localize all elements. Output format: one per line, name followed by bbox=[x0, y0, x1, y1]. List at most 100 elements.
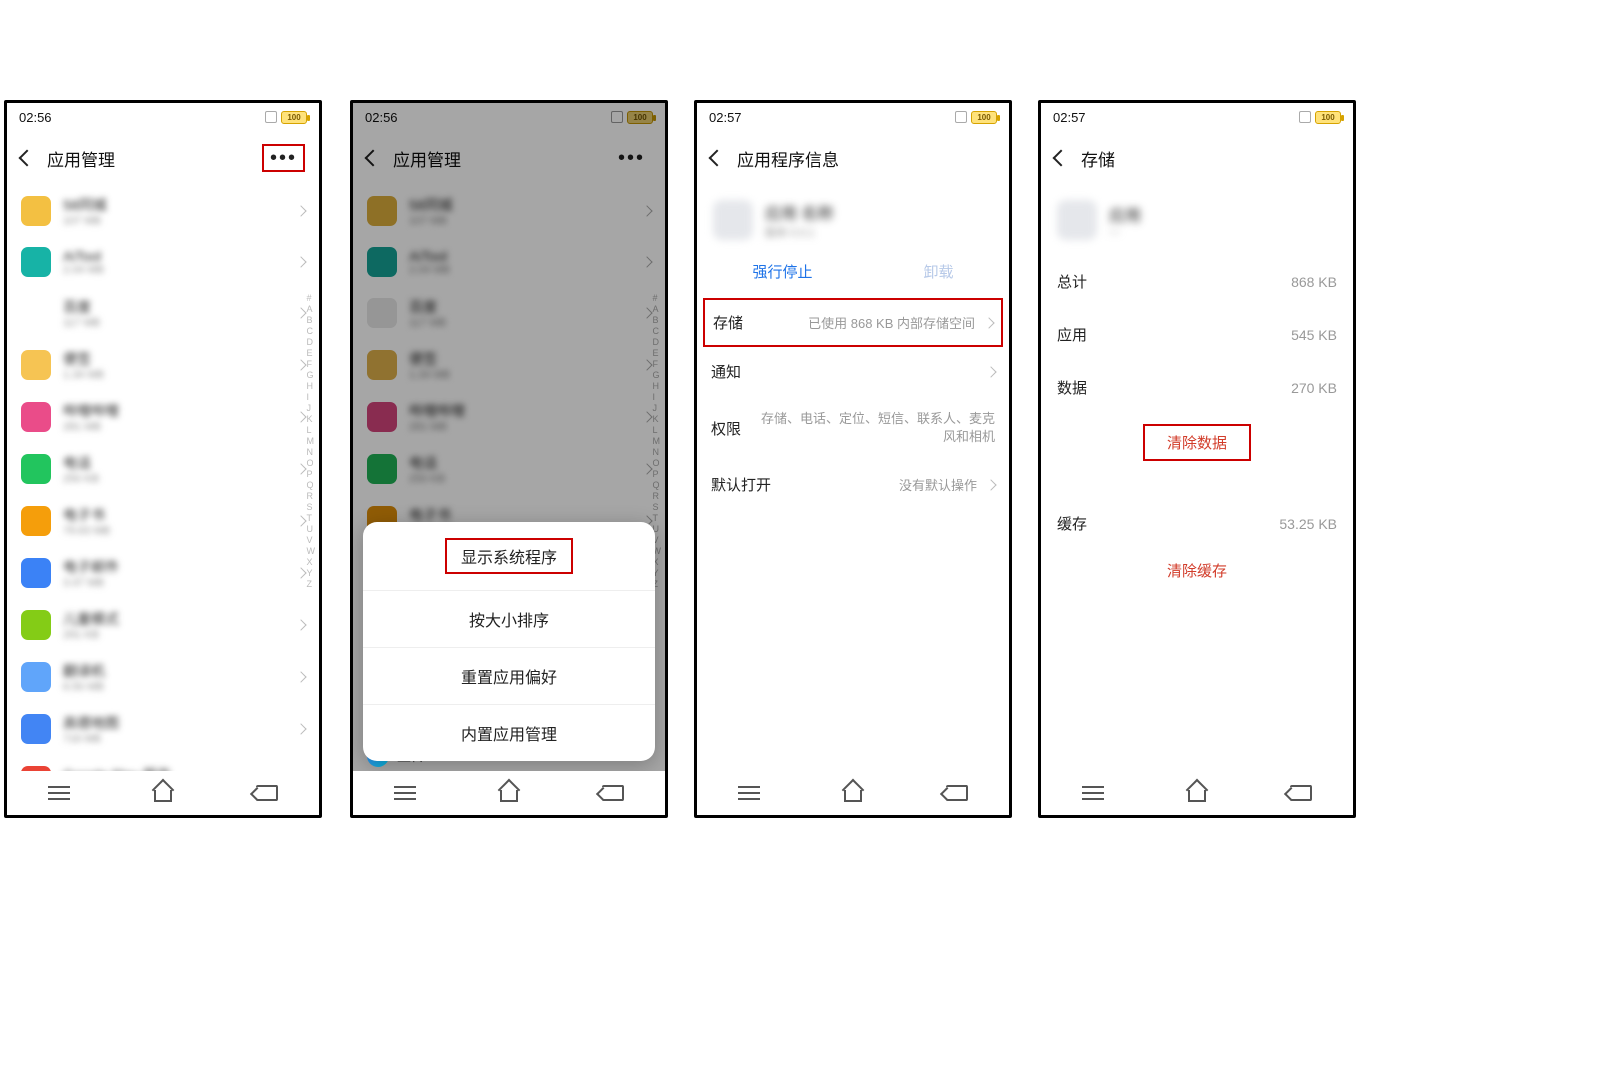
alpha-index-letter[interactable]: K bbox=[307, 414, 316, 424]
more-menu-button[interactable]: ••• bbox=[612, 146, 651, 170]
back-nav-icon[interactable] bbox=[1290, 785, 1312, 801]
alpha-index-letter[interactable]: L bbox=[307, 425, 316, 435]
alpha-index[interactable]: #ABCDEFGHIJKLMNOPQRSTUVWXYZ bbox=[307, 293, 316, 589]
app-row[interactable]: 高德地图716 MB bbox=[7, 703, 319, 755]
menu-show-system-apps[interactable]: 显示系统程序 bbox=[363, 522, 655, 591]
alpha-index-letter[interactable]: B bbox=[307, 315, 316, 325]
home-icon[interactable] bbox=[1186, 784, 1208, 802]
alpha-index-letter[interactable]: K bbox=[653, 414, 662, 424]
alpha-index-letter[interactable]: I bbox=[653, 392, 662, 402]
alpha-index-letter[interactable]: D bbox=[307, 337, 316, 347]
alpha-index-letter[interactable]: C bbox=[653, 326, 662, 336]
app-row[interactable]: 哔哩哔哩281 MB bbox=[353, 391, 665, 443]
clear-data-button[interactable]: 清除数据 bbox=[1041, 414, 1353, 471]
alpha-index-letter[interactable]: G bbox=[307, 370, 316, 380]
app-name: 哔哩哔哩 bbox=[63, 401, 285, 421]
back-icon[interactable] bbox=[1053, 150, 1070, 167]
alpha-index-letter[interactable]: Y bbox=[307, 568, 316, 578]
alpha-index-letter[interactable]: P bbox=[307, 469, 316, 479]
app-row[interactable]: 便签1.34 MB bbox=[7, 339, 319, 391]
app-row[interactable]: 电子书79.63 MB bbox=[7, 495, 319, 547]
alpha-index-letter[interactable]: # bbox=[653, 293, 662, 303]
app-row[interactable]: 58同城107 MB bbox=[353, 185, 665, 237]
default-open-row[interactable]: 默认打开 没有默认操作 bbox=[697, 460, 1009, 509]
alpha-index-letter[interactable]: G bbox=[653, 370, 662, 380]
alpha-index-letter[interactable]: N bbox=[307, 447, 316, 457]
uninstall-button[interactable]: 卸载 bbox=[923, 261, 953, 282]
app-row[interactable]: 58同城107 MB bbox=[7, 185, 319, 237]
app-row[interactable]: 电子邮件3.47 MB bbox=[7, 547, 319, 599]
app-row[interactable]: 电话250 KB bbox=[353, 443, 665, 495]
alpha-index-letter[interactable]: W bbox=[307, 546, 316, 556]
alpha-index-letter[interactable]: P bbox=[653, 469, 662, 479]
alpha-index-letter[interactable]: L bbox=[653, 425, 662, 435]
menu-reset-preferences[interactable]: 重置应用偏好 bbox=[363, 648, 655, 705]
alpha-index-letter[interactable]: N bbox=[653, 447, 662, 457]
back-nav-icon[interactable] bbox=[602, 785, 624, 801]
alpha-index-letter[interactable]: Q bbox=[653, 480, 662, 490]
system-nav-bar bbox=[1041, 771, 1353, 815]
alpha-index-letter[interactable]: T bbox=[307, 513, 316, 523]
alpha-index-letter[interactable]: F bbox=[653, 359, 662, 369]
menu-sort-by-size[interactable]: 按大小排序 bbox=[363, 591, 655, 648]
permissions-row[interactable]: 权限 存储、电话、定位、短信、联系人、麦克风和相机 bbox=[697, 396, 1009, 460]
back-icon[interactable] bbox=[19, 150, 36, 167]
alpha-index-letter[interactable]: M bbox=[653, 436, 662, 446]
back-icon[interactable] bbox=[709, 150, 726, 167]
app-row[interactable]: 便签1.34 MB bbox=[353, 339, 665, 391]
alpha-index-letter[interactable]: O bbox=[653, 458, 662, 468]
chevron-right-icon bbox=[295, 515, 306, 526]
alpha-index-letter[interactable]: B bbox=[653, 315, 662, 325]
alpha-index-letter[interactable]: M bbox=[307, 436, 316, 446]
back-icon[interactable] bbox=[365, 150, 382, 167]
alpha-index-letter[interactable]: R bbox=[653, 491, 662, 501]
alpha-index-letter[interactable]: V bbox=[307, 535, 316, 545]
app-row[interactable]: 翻译机6.50 MB bbox=[7, 651, 319, 703]
alpha-index-letter[interactable]: S bbox=[307, 502, 316, 512]
alpha-index-letter[interactable]: E bbox=[653, 348, 662, 358]
app-row[interactable]: 百度117 MB bbox=[7, 287, 319, 339]
app-row[interactable]: 儿童模式291 KB bbox=[7, 599, 319, 651]
more-menu-button[interactable]: ••• bbox=[262, 144, 305, 172]
notification-row[interactable]: 通知 bbox=[697, 347, 1009, 396]
app-row[interactable]: AiTool2.04 MB bbox=[353, 237, 665, 287]
alpha-index-letter[interactable]: D bbox=[653, 337, 662, 347]
menu-builtin-app-mgmt[interactable]: 内置应用管理 bbox=[363, 705, 655, 761]
back-nav-icon[interactable] bbox=[256, 785, 278, 801]
alpha-index-letter[interactable]: A bbox=[307, 304, 316, 314]
clear-cache-button[interactable]: 清除缓存 bbox=[1041, 550, 1353, 591]
app-row[interactable]: 百度117 MB bbox=[353, 287, 665, 339]
home-icon[interactable] bbox=[842, 784, 864, 802]
alpha-index-letter[interactable]: J bbox=[307, 403, 316, 413]
alpha-index-letter[interactable]: C bbox=[307, 326, 316, 336]
alpha-index-letter[interactable]: O bbox=[307, 458, 316, 468]
home-icon[interactable] bbox=[498, 784, 520, 802]
app-row[interactable]: AiTool2.04 MB bbox=[7, 237, 319, 287]
alpha-index-letter[interactable]: S bbox=[653, 502, 662, 512]
storage-row[interactable]: 存储 已使用 868 KB 内部存储空间 bbox=[703, 298, 1003, 347]
force-stop-button[interactable]: 强行停止 bbox=[752, 261, 812, 282]
alpha-index-letter[interactable]: A bbox=[653, 304, 662, 314]
app-row[interactable]: 电话250 KB bbox=[7, 443, 319, 495]
alpha-index-letter[interactable]: J bbox=[653, 403, 662, 413]
alpha-index-letter[interactable]: F bbox=[307, 359, 316, 369]
recent-apps-icon[interactable] bbox=[394, 785, 416, 801]
alpha-index-letter[interactable]: R bbox=[307, 491, 316, 501]
recent-apps-icon[interactable] bbox=[738, 785, 760, 801]
alpha-index-letter[interactable]: H bbox=[307, 381, 316, 391]
recent-apps-icon[interactable] bbox=[48, 785, 70, 801]
alpha-index-letter[interactable]: # bbox=[307, 293, 316, 303]
alpha-index-letter[interactable]: Q bbox=[307, 480, 316, 490]
alpha-index-letter[interactable]: E bbox=[307, 348, 316, 358]
alpha-index-letter[interactable]: Z bbox=[307, 579, 316, 589]
app-row[interactable]: 哔哩哔哩281 MB bbox=[7, 391, 319, 443]
alpha-index-letter[interactable]: T bbox=[653, 513, 662, 523]
back-nav-icon[interactable] bbox=[946, 785, 968, 801]
home-icon[interactable] bbox=[152, 784, 174, 802]
alpha-index-letter[interactable]: H bbox=[653, 381, 662, 391]
alpha-index-letter[interactable]: U bbox=[307, 524, 316, 534]
alpha-index-letter[interactable]: X bbox=[307, 557, 316, 567]
chevron-right-icon bbox=[295, 411, 306, 422]
alpha-index-letter[interactable]: I bbox=[307, 392, 316, 402]
recent-apps-icon[interactable] bbox=[1082, 785, 1104, 801]
